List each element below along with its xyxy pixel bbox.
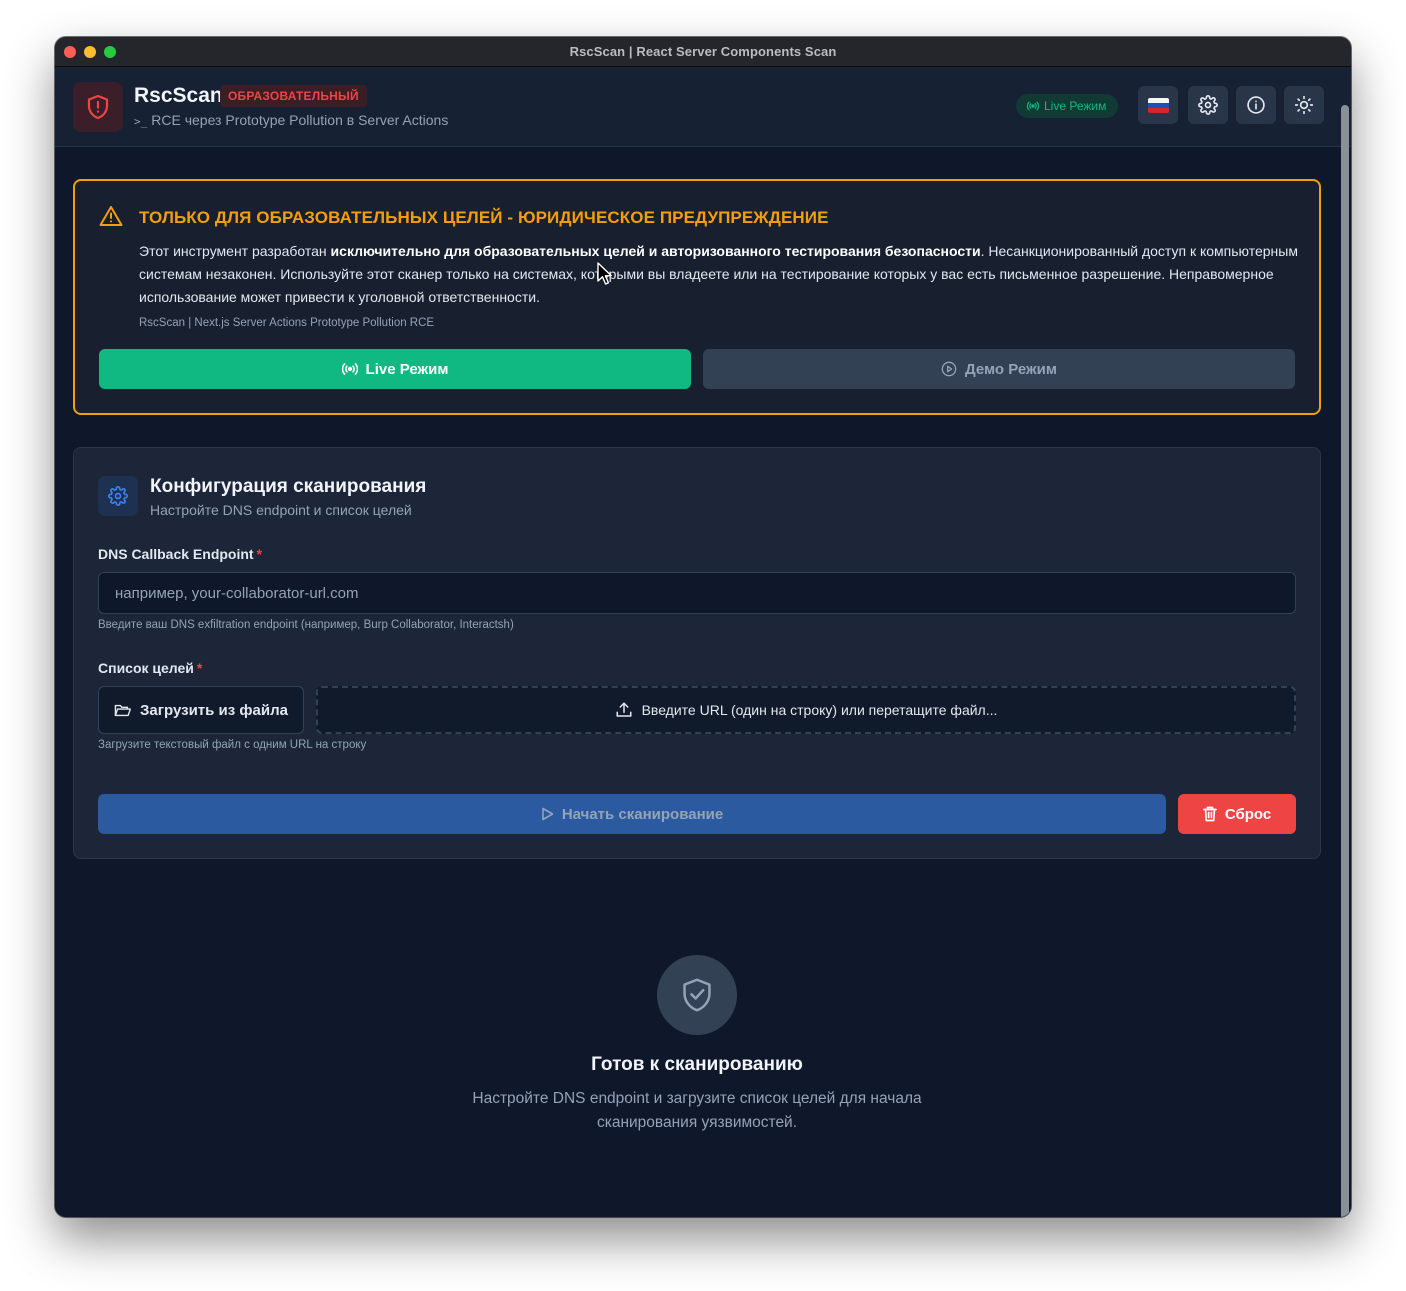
app-name: RscScan: [134, 84, 223, 107]
broadcast-icon: [1027, 101, 1039, 111]
dns-endpoint-hint: Введите ваш DNS exfiltration endpoint (н…: [98, 619, 514, 631]
play-circle-icon: [941, 361, 957, 377]
app-content: RscScan ОБРАЗОВАТЕЛЬНЫЙ >_ RCE через Prot…: [55, 67, 1351, 1217]
warning-text: Этот инструмент разработан исключительно…: [139, 240, 1299, 309]
reset-button[interactable]: Сброс: [1178, 794, 1296, 834]
russian-flag-icon: [1147, 97, 1169, 113]
warning-title: ТОЛЬКО ДЛЯ ОБРАЗОВАТЕЛЬНЫХ ЦЕЛЕЙ - ЮРИДИ…: [139, 208, 829, 227]
app-subtitle-text: RCE через Prototype Pollution в Server A…: [151, 112, 449, 128]
upload-file-button-label: Загрузить из файла: [140, 701, 288, 719]
ready-text: Настройте DNS endpoint и загрузите списо…: [472, 1090, 922, 1131]
dns-endpoint-input[interactable]: [98, 572, 1296, 614]
warning-footer: RscScan | Next.js Server Actions Prototy…: [139, 317, 435, 329]
language-button[interactable]: [1138, 86, 1178, 124]
start-scan-button-label: Начать сканирование: [561, 805, 724, 823]
upload-file-button[interactable]: Загрузить из файла: [98, 686, 304, 734]
targets-dropzone[interactable]: Введите URL (один на строку) или перетащ…: [316, 686, 1296, 734]
shield-alert-icon: [73, 82, 123, 132]
window-title: RscScan | React Server Components Scan: [569, 44, 837, 59]
config-icon-box: [98, 476, 138, 516]
live-mode-button[interactable]: Live Режим: [99, 349, 691, 389]
targets-label-text: Список целей: [98, 660, 194, 676]
targets-dropzone-text: Введите URL (один на строку) или перетащ…: [641, 702, 998, 718]
required-mark: *: [256, 546, 263, 562]
app-window: RscScan | React Server Components Scan R…: [55, 37, 1351, 1217]
play-icon: [542, 807, 554, 821]
warning-text-bold: исключительно для образовательных целей …: [330, 243, 981, 259]
settings-button[interactable]: [1188, 86, 1228, 124]
dns-endpoint-label: DNS Callback Endpoint *: [98, 546, 262, 562]
shield-check-icon: [657, 955, 737, 1035]
gear-icon: [1198, 95, 1218, 115]
targets-hint: Загрузите текстовый файл с одним URL на …: [98, 739, 367, 751]
demo-mode-button[interactable]: Демо Режим: [703, 349, 1295, 389]
educational-badge: ОБРАЗОВАТЕЛЬНЫЙ: [220, 85, 367, 107]
app-header: RscScan ОБРАЗОВАТЕЛЬНЫЙ >_ RCE через Prot…: [55, 67, 1351, 147]
start-scan-button[interactable]: Начать сканирование: [98, 794, 1166, 834]
config-title: Конфигурация сканирования: [150, 476, 427, 497]
info-icon: [1247, 96, 1265, 114]
demo-mode-button-label: Демо Режим: [965, 360, 1057, 378]
mouse-cursor-icon: [597, 262, 612, 285]
info-button[interactable]: [1236, 86, 1276, 124]
config-subtitle: Настройте DNS endpoint и список целей: [150, 502, 412, 518]
warning-triangle-icon: [99, 206, 123, 226]
gear-icon: [108, 486, 128, 506]
dns-endpoint-label-text: DNS Callback Endpoint: [98, 546, 254, 562]
trash-icon: [1202, 806, 1217, 822]
live-mode-indicator: Live Режим: [1016, 94, 1119, 118]
upload-icon: [616, 702, 632, 717]
live-mode-button-label: Live Режим: [365, 360, 449, 378]
legal-warning-panel: ТОЛЬКО ДЛЯ ОБРАЗОВАТЕЛЬНЫХ ЦЕЛЕЙ - ЮРИДИ…: [73, 179, 1321, 415]
window-titlebar[interactable]: RscScan | React Server Components Scan: [55, 37, 1351, 67]
theme-toggle-button[interactable]: [1284, 86, 1324, 124]
warning-text-part: Этот инструмент разработан: [139, 243, 331, 259]
broadcast-icon: [341, 363, 358, 375]
reset-button-label: Сброс: [1224, 805, 1272, 823]
app-subtitle: >_ RCE через Prototype Pollution в Server…: [134, 112, 448, 128]
folder-open-icon: [114, 704, 132, 716]
sun-icon: [1294, 95, 1314, 115]
required-mark: *: [196, 660, 203, 676]
scrollbar[interactable]: [1341, 105, 1349, 1217]
scan-config-panel: Конфигурация сканирования Настройте DNS …: [73, 447, 1321, 859]
ready-title: Готов к сканированию: [591, 1054, 803, 1075]
targets-label: Список целей *: [98, 660, 202, 676]
terminal-prompt-icon: >_: [134, 115, 148, 128]
live-mode-indicator-label: Live Режим: [1044, 99, 1107, 113]
